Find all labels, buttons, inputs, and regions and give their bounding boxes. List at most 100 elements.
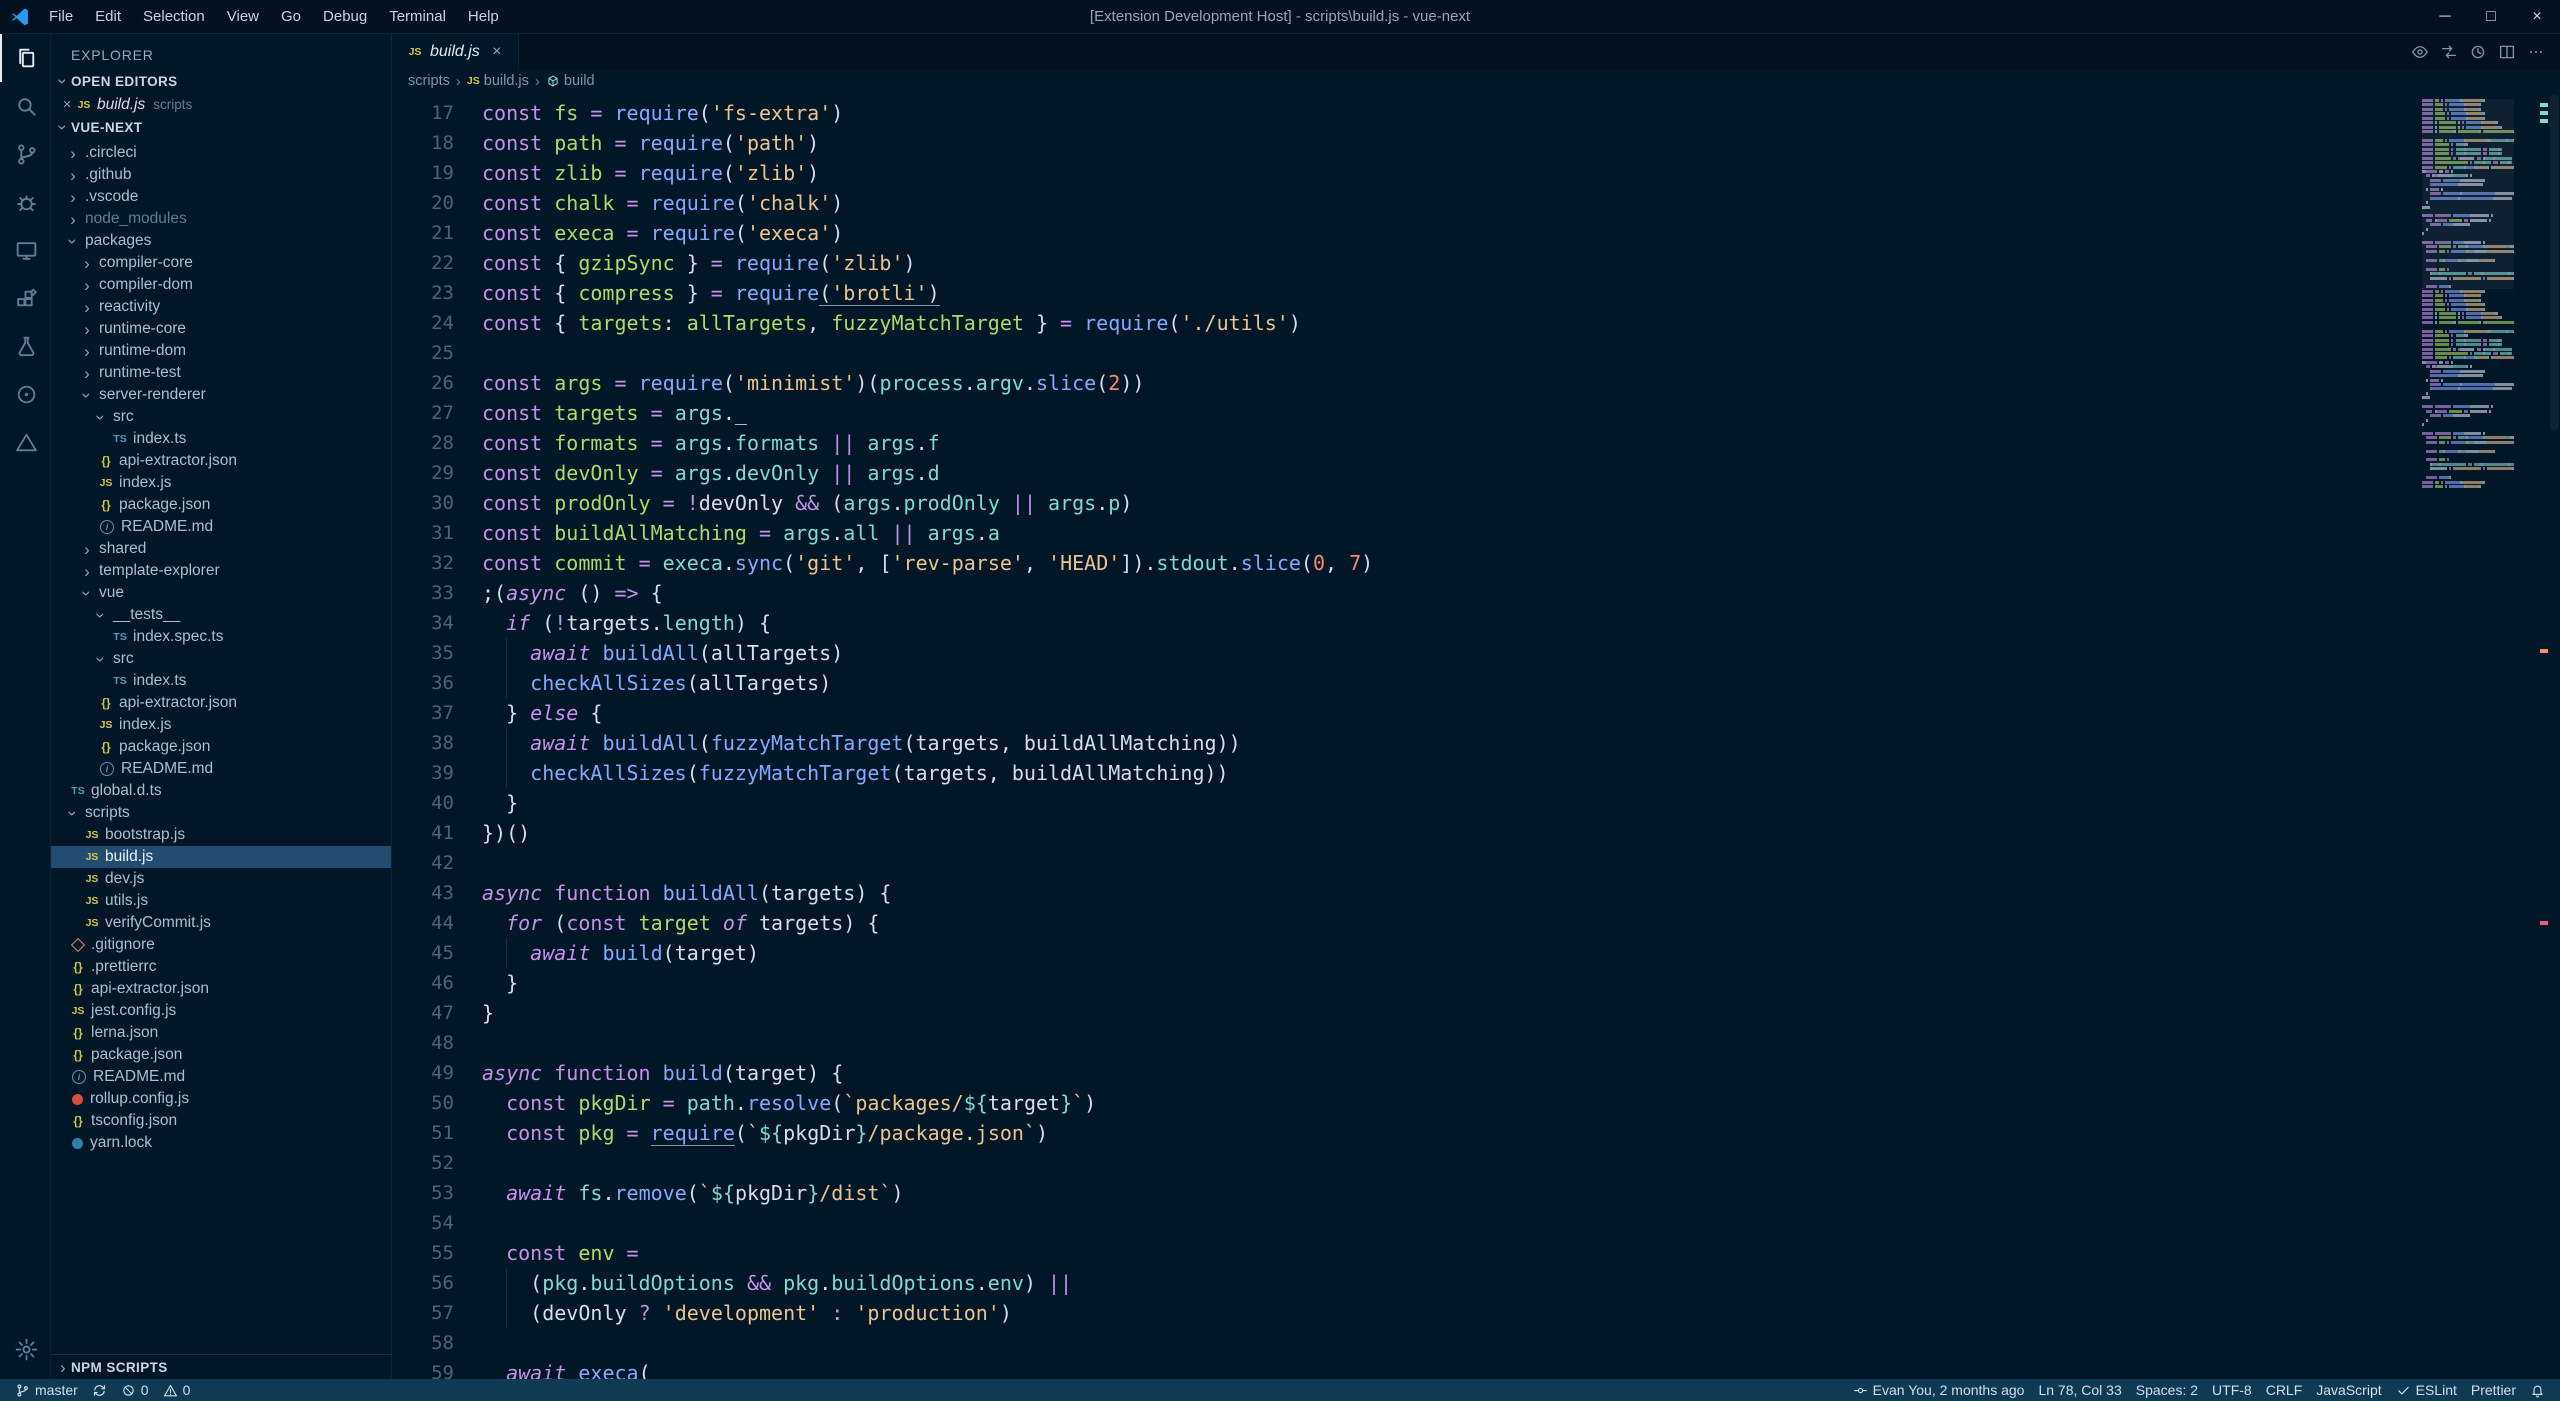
menu-debug[interactable]: Debug: [312, 0, 378, 33]
status-warnings[interactable]: 0: [156, 1379, 198, 1401]
code-line-46[interactable]: 46 }: [392, 968, 1373, 998]
code-line-30[interactable]: 30const prodOnly = !devOnly && (args.pro…: [392, 488, 1373, 518]
code-line-54[interactable]: 54: [392, 1208, 1373, 1238]
code-line-57[interactable]: 57 (devOnly ? 'development' : 'productio…: [392, 1298, 1373, 1328]
code-line-50[interactable]: 50 const pkgDir = path.resolve(`packages…: [392, 1088, 1373, 1118]
folder-vscode[interactable]: ›.vscode: [51, 186, 391, 208]
code-line-51[interactable]: 51 const pkg = require(`${pkgDir}/packag…: [392, 1118, 1373, 1148]
tab-build-js[interactable]: JSbuild.js×: [392, 34, 519, 69]
status-indentation[interactable]: Spaces: 2: [2129, 1379, 2205, 1401]
status-branch[interactable]: master: [8, 1379, 85, 1401]
folder-compiler-core[interactable]: ›compiler-core: [51, 252, 391, 274]
status-encoding[interactable]: UTF-8: [2205, 1379, 2259, 1401]
activity-explorer[interactable]: [0, 34, 50, 82]
activity-manage[interactable]: [0, 1325, 50, 1373]
folder-packages[interactable]: ›packages: [51, 230, 391, 252]
code-line-40[interactable]: 40 }: [392, 788, 1373, 818]
folder-vue[interactable]: ›vue: [51, 582, 391, 604]
more-actions[interactable]: [2521, 37, 2550, 67]
code-line-39[interactable]: 39 checkAllSizes(fuzzyMatchTarget(target…: [392, 758, 1373, 788]
folder-circleci[interactable]: ›.circleci: [51, 142, 391, 164]
code-line-55[interactable]: 55 const env =: [392, 1238, 1373, 1268]
close-button[interactable]: ×: [2514, 0, 2560, 33]
minimize-button[interactable]: ─: [2422, 0, 2468, 33]
code-line-56[interactable]: 56 (pkg.buildOptions && pkg.buildOptions…: [392, 1268, 1373, 1298]
file-dev-js[interactable]: JSdev.js: [51, 868, 391, 890]
file-index-js[interactable]: JSindex.js: [51, 472, 391, 494]
code-line-42[interactable]: 42: [392, 848, 1373, 878]
activity-extensions[interactable]: [0, 274, 50, 322]
folder-node-modules[interactable]: ›node_modules: [51, 208, 391, 230]
activity-test-explorer[interactable]: [0, 322, 50, 370]
code-line-36[interactable]: 36 checkAllSizes(allTargets): [392, 668, 1373, 698]
file-package-json[interactable]: {}package.json: [51, 736, 391, 758]
folder-template-explorer[interactable]: ›template-explorer: [51, 560, 391, 582]
file-api-extractor-json[interactable]: {}api-extractor.json: [51, 978, 391, 1000]
activity-source-control[interactable]: [0, 130, 50, 178]
code-line-58[interactable]: 58: [392, 1328, 1373, 1358]
file-rollup-config-js[interactable]: rollup.config.js: [51, 1088, 391, 1110]
menu-selection[interactable]: Selection: [132, 0, 216, 33]
code-line-52[interactable]: 52: [392, 1148, 1373, 1178]
tab-close-icon[interactable]: ×: [486, 43, 508, 61]
file-build-js[interactable]: JSbuild.js: [51, 846, 391, 868]
file-global-d-ts[interactable]: TSglobal.d.ts: [51, 780, 391, 802]
file-index-ts[interactable]: TSindex.ts: [51, 670, 391, 692]
code-line-29[interactable]: 29const devOnly = args.devOnly || args.d: [392, 458, 1373, 488]
file-utils-js[interactable]: JSutils.js: [51, 890, 391, 912]
menu-file[interactable]: File: [38, 0, 84, 33]
file-api-extractor-json[interactable]: {}api-extractor.json: [51, 450, 391, 472]
file-jest-config-js[interactable]: JSjest.config.js: [51, 1000, 391, 1022]
folder-compiler-dom[interactable]: ›compiler-dom: [51, 274, 391, 296]
status-errors[interactable]: 0: [114, 1379, 156, 1401]
code-line-44[interactable]: 44 for (const target of targets) {: [392, 908, 1373, 938]
code-line-35[interactable]: 35 await buildAll(allTargets): [392, 638, 1373, 668]
code-line-48[interactable]: 48: [392, 1028, 1373, 1058]
file-yarn-lock[interactable]: yarn.lock: [51, 1132, 391, 1154]
status-prettier[interactable]: Prettier: [2464, 1379, 2523, 1401]
file-tsconfig-json[interactable]: {}tsconfig.json: [51, 1110, 391, 1132]
status-notifications[interactable]: [2523, 1379, 2552, 1401]
code-line-53[interactable]: 53 await fs.remove(`${pkgDir}/dist`): [392, 1178, 1373, 1208]
code-line-37[interactable]: 37 } else {: [392, 698, 1373, 728]
project-header[interactable]: › VUE-NEXT: [51, 116, 391, 139]
file-readme-md[interactable]: iREADME.md: [51, 516, 391, 538]
open-editor-build-js[interactable]: ×JSbuild.jsscripts: [51, 93, 391, 116]
code-line-20[interactable]: 20const chalk = require('chalk'): [392, 188, 1373, 218]
menu-edit[interactable]: Edit: [84, 0, 132, 33]
code-line-45[interactable]: 45 await build(target): [392, 938, 1373, 968]
file-package-json[interactable]: {}package.json: [51, 1044, 391, 1066]
file-prettierrc[interactable]: {}.prettierrc: [51, 956, 391, 978]
toggle-blame[interactable]: [2405, 37, 2434, 67]
folder-scripts[interactable]: ›scripts: [51, 802, 391, 824]
file-index-ts[interactable]: TSindex.ts: [51, 428, 391, 450]
code-line-22[interactable]: 22const { gzipSync } = require('zlib'): [392, 248, 1373, 278]
file-readme-md[interactable]: iREADME.md: [51, 1066, 391, 1088]
status-sync[interactable]: [85, 1379, 114, 1401]
code-line-43[interactable]: 43async function buildAll(targets) {: [392, 878, 1373, 908]
code-line-19[interactable]: 19const zlib = require('zlib'): [392, 158, 1373, 188]
close-editor-icon[interactable]: ×: [59, 96, 75, 113]
menu-go[interactable]: Go: [270, 0, 312, 33]
open-changes[interactable]: [2434, 37, 2463, 67]
code-line-49[interactable]: 49async function build(target) {: [392, 1058, 1373, 1088]
file-lerna-json[interactable]: {}lerna.json: [51, 1022, 391, 1044]
folder-tests[interactable]: ›__tests__: [51, 604, 391, 626]
status-eol[interactable]: CRLF: [2259, 1379, 2310, 1401]
folder-src[interactable]: ›src: [51, 406, 391, 428]
activity-live-share[interactable]: [0, 370, 50, 418]
status-eslint[interactable]: ESLint: [2389, 1379, 2464, 1401]
status-cursor-position[interactable]: Ln 78, Col 33: [2031, 1379, 2128, 1401]
status-language[interactable]: JavaScript: [2309, 1379, 2388, 1401]
folder-shared[interactable]: ›shared: [51, 538, 391, 560]
code-line-59[interactable]: 59 await execa(: [392, 1358, 1373, 1379]
code-line-26[interactable]: 26const args = require('minimist')(proce…: [392, 368, 1373, 398]
code-line-31[interactable]: 31const buildAllMatching = args.all || a…: [392, 518, 1373, 548]
folder-runtime-core[interactable]: ›runtime-core: [51, 318, 391, 340]
activity-remote-explorer[interactable]: [0, 226, 50, 274]
file-index-js[interactable]: JSindex.js: [51, 714, 391, 736]
file-package-json[interactable]: {}package.json: [51, 494, 391, 516]
code-line-23[interactable]: 23const { compress } = require('brotli'): [392, 278, 1373, 308]
minimap-slider[interactable]: [2422, 99, 2514, 289]
code-line-27[interactable]: 27const targets = args._: [392, 398, 1373, 428]
